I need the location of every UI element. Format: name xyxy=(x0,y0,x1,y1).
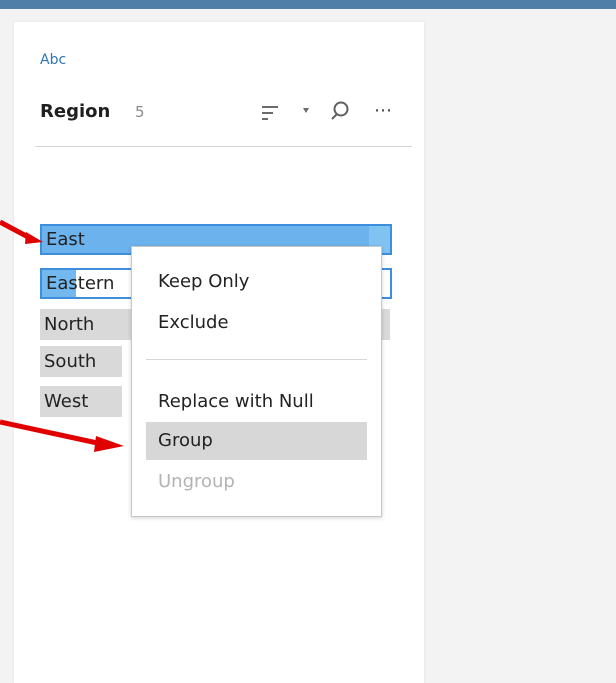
distinct-value-count: 5 xyxy=(135,103,145,121)
value-label: East xyxy=(46,229,85,250)
menu-divider xyxy=(146,359,367,360)
more-icon[interactable]: ⋯ xyxy=(363,100,403,122)
menu-item-keep-only[interactable]: Keep Only xyxy=(146,263,367,301)
search-icon[interactable] xyxy=(329,100,351,122)
value-label: South xyxy=(44,351,97,372)
top-accent-bar xyxy=(0,0,616,9)
menu-item-exclude[interactable]: Exclude xyxy=(146,304,367,342)
value-label: North xyxy=(44,314,95,335)
value-label: West xyxy=(44,391,89,412)
context-menu: Keep Only Exclude Replace with Null Grou… xyxy=(131,246,382,517)
annotation-arrow-group xyxy=(0,419,124,452)
annotation-arrow-east xyxy=(0,219,43,244)
field-type-label: Abc xyxy=(40,52,67,68)
value-row-west[interactable]: West xyxy=(40,386,122,417)
header-divider xyxy=(35,146,412,147)
sort-icon[interactable] xyxy=(262,104,280,122)
menu-item-group[interactable]: Group xyxy=(146,422,367,460)
chevron-down-icon[interactable] xyxy=(303,108,309,113)
value-row-south[interactable]: South xyxy=(40,346,122,377)
value-label: Eastern xyxy=(46,273,115,294)
field-name[interactable]: Region xyxy=(40,101,110,122)
menu-item-replace-with-null[interactable]: Replace with Null xyxy=(146,383,367,421)
menu-item-ungroup: Ungroup xyxy=(158,471,235,492)
